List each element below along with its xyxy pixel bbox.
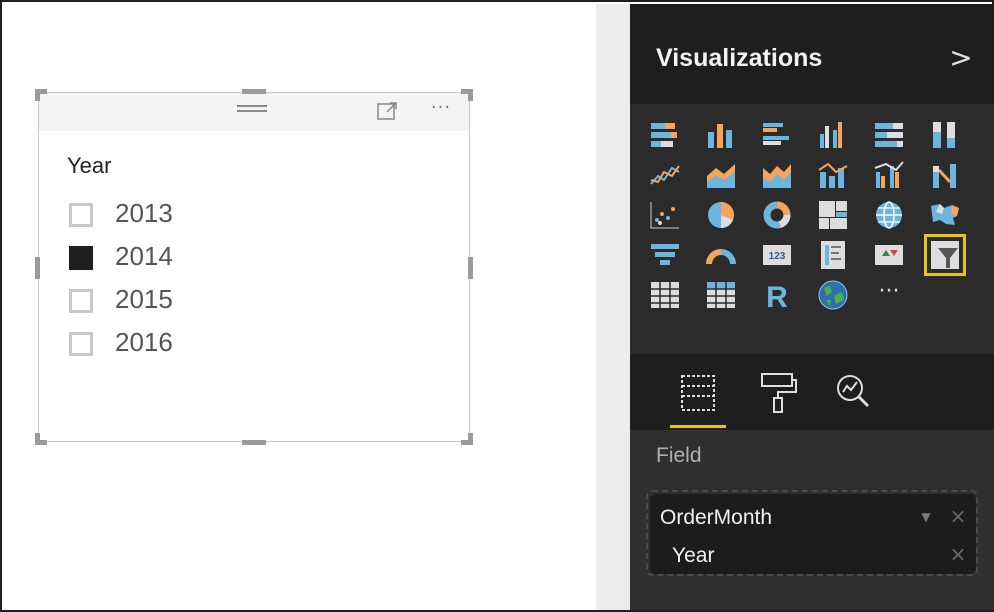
clustered-bar-chart-icon[interactable] bbox=[760, 118, 794, 152]
kpi-icon[interactable] bbox=[872, 238, 906, 272]
drag-grip-icon[interactable] bbox=[237, 105, 267, 107]
collapse-pane-chevron-icon[interactable]: > bbox=[946, 40, 976, 76]
checkbox[interactable] bbox=[69, 332, 93, 356]
slicer-item-2016[interactable]: 2016 bbox=[67, 324, 287, 360]
map-globe-icon[interactable] bbox=[872, 198, 906, 232]
slicer-item-label: 2014 bbox=[115, 241, 173, 271]
pane-splitter[interactable] bbox=[596, 4, 630, 610]
resize-handle-right[interactable] bbox=[468, 257, 473, 279]
format-paint-roller-icon[interactable] bbox=[750, 366, 806, 428]
resize-handle-top-left[interactable] bbox=[35, 89, 47, 101]
clustered-column-chart-icon[interactable] bbox=[816, 118, 850, 152]
checkbox[interactable] bbox=[69, 246, 93, 270]
card-icon[interactable]: 123 bbox=[760, 238, 794, 272]
field-chip[interactable]: OrderMonth ▼ × Year × bbox=[650, 494, 976, 574]
pane-header: Visualizations > bbox=[630, 4, 994, 104]
slicer-item-2014[interactable]: 2014 bbox=[67, 238, 287, 274]
slicer-item-2015[interactable]: 2015 bbox=[67, 281, 287, 317]
table-icon[interactable] bbox=[648, 278, 682, 312]
visual-gallery: 123 R ··· bbox=[648, 112, 978, 352]
slicer-item-label: 2016 bbox=[115, 327, 173, 357]
arcgis-map-globe-icon[interactable] bbox=[816, 278, 850, 312]
100-percent-stacked-column-icon[interactable] bbox=[928, 118, 962, 152]
stacked-area-chart-icon[interactable] bbox=[760, 158, 794, 192]
100-percent-stacked-bar-icon[interactable] bbox=[872, 118, 906, 152]
resize-handle-bottom[interactable] bbox=[242, 440, 266, 445]
analytics-magnifier-icon[interactable] bbox=[826, 366, 882, 428]
multi-row-card-icon[interactable] bbox=[816, 238, 850, 272]
field-well-dropzone[interactable]: OrderMonth ▼ × Year × bbox=[646, 490, 978, 576]
hierarchy-level-name: Year bbox=[672, 544, 715, 567]
pane-title: Visualizations bbox=[656, 44, 823, 72]
line-and-stacked-column-icon[interactable] bbox=[816, 158, 850, 192]
screenshot-frame: ··· Year 2013 2014 2015 2016 Visualizati… bbox=[0, 0, 994, 612]
field-name: OrderMonth bbox=[660, 506, 773, 529]
visualizations-pane: Visualizations > 123 R ··· Field OrderMo… bbox=[630, 4, 994, 610]
r-visual-letter: R bbox=[766, 281, 788, 312]
funnel-chart-icon[interactable] bbox=[648, 238, 682, 272]
pane-tabs bbox=[630, 354, 994, 430]
remove-field-close-icon[interactable]: × bbox=[948, 506, 968, 526]
slicer-item-label: 2015 bbox=[115, 284, 173, 314]
pie-chart-icon[interactable] bbox=[704, 198, 738, 232]
card-icon-text: 123 bbox=[769, 251, 786, 262]
slicer-title: Year bbox=[67, 153, 112, 178]
focus-mode-icon[interactable] bbox=[377, 101, 399, 121]
chevron-down-icon[interactable]: ▼ bbox=[918, 510, 934, 526]
checkbox[interactable] bbox=[69, 203, 93, 227]
field-well-label: Field bbox=[656, 444, 702, 467]
line-and-clustered-column-icon[interactable] bbox=[872, 158, 906, 192]
ribbon-chart-icon[interactable] bbox=[928, 158, 962, 192]
resize-handle-top-right[interactable] bbox=[461, 89, 473, 101]
resize-handle-left[interactable] bbox=[35, 257, 40, 279]
remove-level-close-icon[interactable]: × bbox=[948, 544, 968, 564]
line-chart-icon[interactable] bbox=[648, 158, 682, 192]
more-options-icon[interactable]: ··· bbox=[423, 97, 459, 123]
treemap-icon[interactable] bbox=[816, 198, 850, 232]
field-wells: Field OrderMonth ▼ × Year × bbox=[630, 430, 994, 610]
area-chart-icon[interactable] bbox=[704, 158, 738, 192]
matrix-icon[interactable] bbox=[704, 278, 738, 312]
filled-map-icon[interactable] bbox=[928, 198, 962, 232]
slicer-visual-icon[interactable] bbox=[924, 234, 966, 276]
gauge-icon[interactable] bbox=[704, 238, 738, 272]
visual-header[interactable]: ··· bbox=[39, 93, 469, 131]
stacked-column-chart-icon[interactable] bbox=[704, 118, 738, 152]
donut-chart-icon[interactable] bbox=[760, 198, 794, 232]
report-canvas[interactable]: ··· Year 2013 2014 2015 2016 bbox=[4, 4, 596, 610]
r-visual-icon[interactable]: R bbox=[760, 278, 794, 312]
more-visuals-icon[interactable]: ··· bbox=[872, 278, 906, 312]
year-slicer-visual[interactable]: ··· Year 2013 2014 2015 2016 bbox=[35, 89, 473, 445]
resize-handle-bottom-right[interactable] bbox=[461, 433, 473, 445]
checkbox[interactable] bbox=[69, 289, 93, 313]
slicer-item-2013[interactable]: 2013 bbox=[67, 195, 287, 231]
slicer-item-label: 2013 bbox=[115, 198, 173, 228]
stacked-bar-chart-icon[interactable] bbox=[648, 118, 682, 152]
resize-handle-bottom-left[interactable] bbox=[35, 433, 47, 445]
scatter-chart-icon[interactable] bbox=[648, 198, 682, 232]
fields-tab[interactable] bbox=[670, 366, 726, 428]
resize-handle-top[interactable] bbox=[242, 89, 266, 94]
